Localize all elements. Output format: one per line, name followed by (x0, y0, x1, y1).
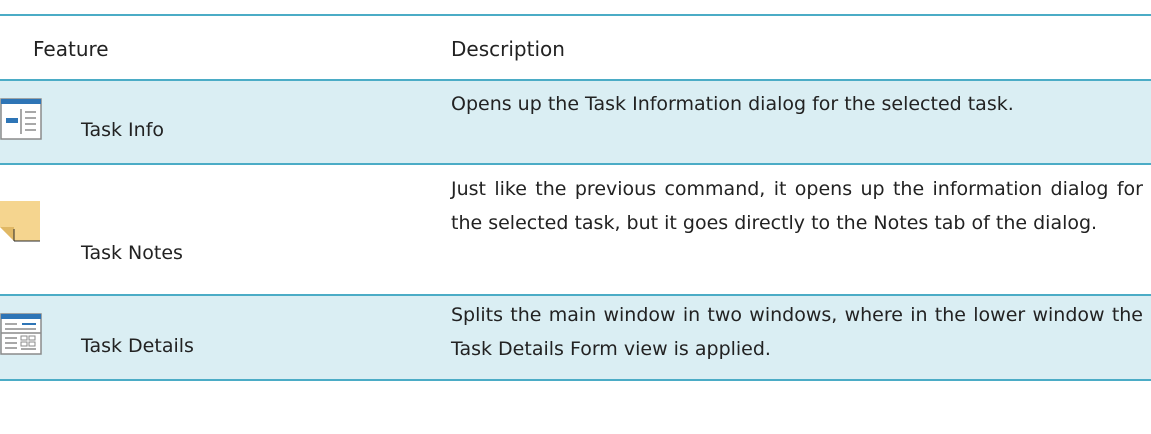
feature-description: Splits the main window in two windows, w… (451, 304, 1143, 360)
table-row: Task Details Splits the main window in t… (0, 296, 1151, 381)
feature-label: Task Details (81, 335, 194, 357)
feature-label: Task Notes (81, 242, 183, 264)
feature-label: Task Info (81, 119, 165, 141)
task-notes-icon (0, 201, 42, 243)
table-header-row: Feature Description (0, 16, 1151, 81)
feature-column-header: Feature (33, 37, 109, 61)
task-details-icon (0, 313, 42, 355)
description-column-header: Description (451, 37, 565, 61)
table-row: Task Notes Just like the previous comman… (0, 165, 1151, 296)
feature-table: Feature Description Task Info Opens up t… (0, 0, 1151, 434)
task-info-icon (0, 98, 42, 140)
feature-description: Just like the previous command, it opens… (451, 178, 1143, 234)
feature-description: Opens up the Task Information dialog for… (451, 93, 1014, 115)
table-row: Task Info Opens up the Task Information … (0, 81, 1151, 165)
